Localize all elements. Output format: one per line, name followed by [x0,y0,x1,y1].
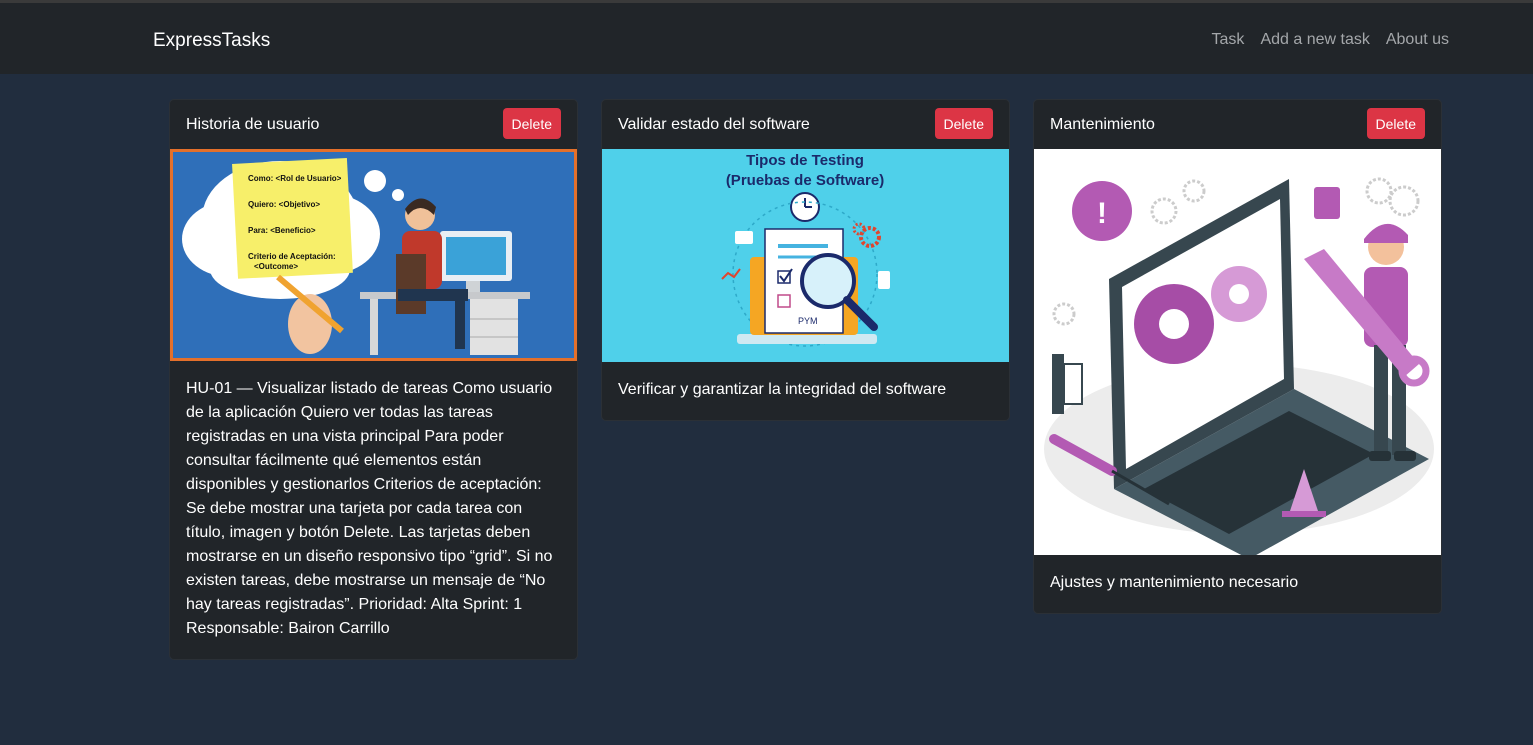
note-text: Como: <Rol de Usuario> [248,174,342,183]
delete-button[interactable]: Delete [502,108,561,139]
card-description: Ajustes y mantenimiento necesario [1050,574,1299,591]
card-header: Mantenimiento Delete [1034,100,1441,149]
note-text: <Outcome> [254,262,298,271]
card-description: HU-01 — Visualizar listado de tareas Com… [186,380,553,637]
delete-button[interactable]: Delete [934,108,993,139]
card-header: Validar estado del software Delete [602,100,1009,149]
software-testing-image: Tipos de Testing (Pruebas de Software) P… [602,149,1009,362]
user-story-image: Como: <Rol de Usuario> Quiero: <Objetivo… [170,149,577,361]
brand-link[interactable]: ExpressTasks [153,30,270,52]
image-subtitle: (Pruebas de Software) [726,172,884,189]
nav-link-about[interactable]: About us [1386,31,1449,49]
nav-links: Task Add a new task About us [1212,31,1449,49]
navbar: ExpressTasks Task Add a new task About u… [0,3,1533,74]
svg-text:!: ! [1097,197,1107,230]
task-card: Historia de usuario Delete Como: <Rol de… [169,99,578,660]
note-text: Para: <Beneficio> [248,226,316,235]
nav-link-task[interactable]: Task [1212,31,1245,49]
card-description: Verificar y garantizar la integridad del… [618,381,947,398]
card-title: Historia de usuario [186,116,320,133]
delete-button[interactable]: Delete [1366,108,1425,139]
card-header: Historia de usuario Delete [170,100,577,149]
maintenance-image: ! [1034,149,1441,555]
card-title: Validar estado del software [618,116,810,133]
task-card: Mantenimiento Delete ! Ajustes y manteni… [1033,99,1442,614]
note-text: Criterio de Aceptación: [248,252,336,261]
image-title: Tipos de Testing [746,152,864,169]
nav-link-add-task[interactable]: Add a new task [1260,31,1369,49]
note-text: Quiero: <Objetivo> [248,200,320,209]
card-title: Mantenimiento [1050,116,1155,133]
task-card: Validar estado del software Delete Tipos… [601,99,1010,421]
logo-text: PYM [798,316,818,326]
